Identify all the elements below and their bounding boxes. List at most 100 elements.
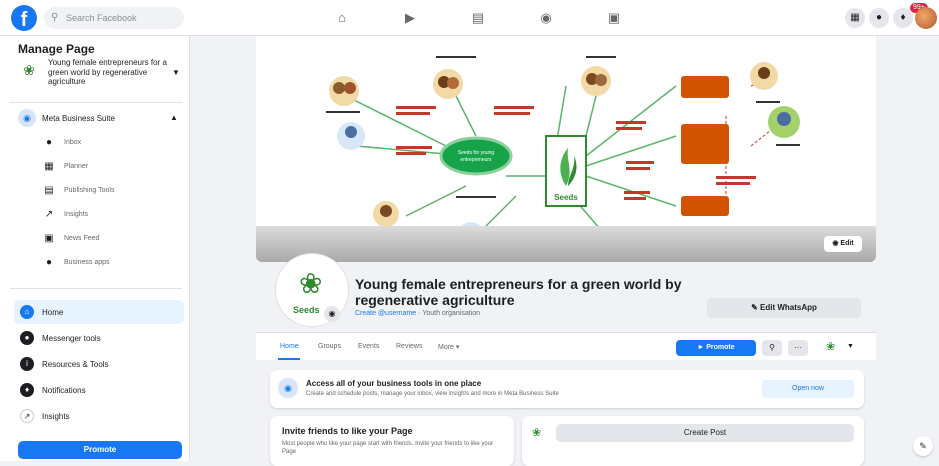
sidebar-item-label: Planner bbox=[64, 163, 89, 170]
svg-text:entrepreneurs: entrepreneurs bbox=[460, 157, 492, 163]
meta-business-suite-label: Meta Business Suite bbox=[42, 114, 115, 123]
sidebar-item-label: Messenger tools bbox=[42, 334, 101, 343]
edit-cover-label: Edit bbox=[840, 240, 854, 247]
sidebar-item-label: Home bbox=[42, 308, 64, 317]
tab-events[interactable]: Events bbox=[358, 343, 379, 350]
insights-chart-icon: ↗ bbox=[20, 409, 34, 423]
sidebar-item-insights[interactable]: ↗ Insights bbox=[14, 404, 184, 428]
menu-grid-icon[interactable]: ▦ bbox=[845, 8, 865, 28]
promote-label: Promote bbox=[706, 344, 735, 351]
invite-description: Most people who like your page start wit… bbox=[282, 441, 494, 455]
info-icon: i bbox=[20, 357, 34, 371]
create-post-input[interactable]: Create Post bbox=[556, 424, 854, 442]
messenger-icon[interactable]: ● bbox=[869, 8, 889, 28]
invite-title: Invite friends to like your Page bbox=[282, 426, 413, 436]
sidebar-title: Manage Page bbox=[18, 42, 95, 56]
insights-chart-icon: ↗ bbox=[44, 209, 54, 220]
home-icon[interactable]: ⌂ bbox=[334, 10, 350, 26]
create-username-link[interactable]: Create @username bbox=[355, 310, 416, 317]
search-icon: ⚲ bbox=[51, 12, 59, 23]
active-tab-indicator bbox=[278, 358, 300, 360]
sidebar-item-notifications[interactable]: ♦ Notifications bbox=[14, 378, 184, 402]
facebook-logo[interactable]: f bbox=[11, 5, 37, 31]
apps-icon: ● bbox=[45, 257, 53, 268]
meta-business-suite-icon: ◉ bbox=[18, 109, 36, 127]
pencil-icon: ✎ bbox=[751, 303, 758, 312]
bell-icon: ♦ bbox=[20, 383, 34, 397]
messenger-icon: ● bbox=[20, 331, 34, 345]
promote-button[interactable]: ► Promote bbox=[676, 340, 756, 356]
news-feed-icon: ▣ bbox=[44, 233, 54, 244]
seeds-center-label: Seeds bbox=[554, 193, 578, 202]
page-selector[interactable]: ❀ Young female entrepreneurs for a green… bbox=[18, 58, 183, 96]
tab-groups[interactable]: Groups bbox=[318, 343, 341, 350]
page-category: Youth organisation bbox=[422, 310, 481, 317]
chevron-down-icon: ▼ bbox=[172, 68, 180, 77]
chevron-down-icon[interactable]: ▼ bbox=[847, 343, 854, 350]
sidebar-item-label: Notifications bbox=[42, 386, 86, 395]
meta-business-suite-toggle[interactable]: ◉ Meta Business Suite ▲ bbox=[18, 109, 183, 129]
seeds-logo-icon: ❀ bbox=[532, 427, 542, 439]
camera-icon: ◉ bbox=[832, 240, 839, 247]
sidebar-item-home[interactable]: ⌂ Home bbox=[14, 300, 184, 324]
tab-home[interactable]: Home bbox=[280, 343, 299, 350]
search-page-button[interactable]: ⚲ bbox=[762, 340, 782, 356]
camera-icon[interactable]: ◉ bbox=[324, 306, 340, 322]
open-now-button[interactable]: Open now bbox=[762, 380, 854, 398]
tab-reviews[interactable]: Reviews bbox=[396, 343, 422, 350]
edit-cover-button[interactable]: ◉ Edit bbox=[824, 236, 862, 252]
sidebar-item-label: Inbox bbox=[64, 139, 82, 146]
search-input[interactable]: ⚲ Search Facebook bbox=[44, 7, 184, 29]
gaming-icon[interactable]: ▣ bbox=[606, 10, 622, 26]
sidebar-item-label: Business apps bbox=[64, 259, 110, 266]
page-subtitle: Create @username · Youth organisation bbox=[355, 310, 481, 317]
manage-page-sidebar: Manage Page ❀ Young female entrepreneurs… bbox=[0, 36, 190, 461]
sidebar-item-insights-sub[interactable]: ↗ Insights bbox=[42, 206, 182, 224]
business-suite-banner: ◉ Access all of your business tools in o… bbox=[270, 370, 864, 408]
sidebar-item-resources-tools[interactable]: i Resources & Tools bbox=[14, 352, 184, 376]
tab-more-label: More bbox=[438, 344, 454, 351]
edit-whatsapp-button[interactable]: ✎ Edit WhatsApp bbox=[707, 298, 861, 318]
marketplace-icon[interactable]: ▤ bbox=[470, 10, 486, 26]
megaphone-icon: ► bbox=[697, 344, 705, 351]
profile-seeds-text: Seeds bbox=[293, 305, 320, 315]
video-icon[interactable]: ▶ bbox=[402, 10, 418, 26]
banner-title: Access all of your business tools in one… bbox=[306, 379, 482, 388]
divider bbox=[10, 288, 182, 289]
account-avatar[interactable] bbox=[915, 7, 937, 29]
tab-more[interactable]: More ▾ bbox=[438, 343, 459, 351]
seeds-leaf-icon: ❀ bbox=[299, 268, 323, 299]
sidebar-item-business-apps[interactable]: ● Business apps bbox=[42, 254, 182, 272]
seeds-logo-icon: ❀ bbox=[23, 62, 35, 78]
sidebar-item-publishing-tools[interactable]: ▤ Publishing Tools bbox=[42, 182, 182, 200]
sidebar-item-label: Publishing Tools bbox=[64, 187, 115, 194]
sidebar-item-planner[interactable]: ▦ Planner bbox=[42, 158, 182, 176]
top-bar: f ⚲ Search Facebook ⌂ ▶ ▤ ◉ ▣ ▦ ● ♦ 99+ bbox=[0, 0, 939, 36]
search-placeholder: Search Facebook bbox=[66, 13, 137, 23]
cover-photo: Seeds for young entrepreneurs Seeds ◉ Ed bbox=[256, 36, 876, 262]
page-title: Young female entrepreneurs for a green w… bbox=[355, 276, 682, 308]
sidebar-promote-button[interactable]: Promote bbox=[18, 441, 182, 459]
inbox-icon: ● bbox=[45, 137, 53, 148]
edit-whatsapp-label: Edit WhatsApp bbox=[760, 303, 817, 312]
calendar-icon: ▦ bbox=[44, 161, 54, 172]
page-switch-logo-icon[interactable]: ❀ bbox=[826, 340, 835, 353]
home-icon: ⌂ bbox=[20, 305, 34, 319]
help-icon[interactable]: ✎ bbox=[913, 436, 933, 456]
sidebar-item-inbox[interactable]: ● Inbox bbox=[42, 134, 182, 152]
green-hub-text: Seeds for young bbox=[458, 150, 495, 156]
sidebar-item-label: News Feed bbox=[64, 235, 100, 242]
groups-icon[interactable]: ◉ bbox=[538, 10, 554, 26]
banner-description: Create and schedule posts, manage your i… bbox=[306, 391, 559, 397]
sidebar-item-label: Insights bbox=[64, 211, 89, 218]
publishing-icon: ▤ bbox=[44, 185, 54, 196]
more-options-button[interactable]: ··· bbox=[788, 340, 808, 356]
sidebar-item-news-feed[interactable]: ▣ News Feed bbox=[42, 230, 182, 248]
sidebar-item-label: Insights bbox=[42, 412, 70, 421]
chevron-up-icon: ▲ bbox=[170, 113, 178, 122]
create-post-card: ❀ Create Post bbox=[522, 416, 864, 466]
invite-friends-card: Invite friends to like your Page Most pe… bbox=[270, 416, 514, 466]
sidebar-item-label: Resources & Tools bbox=[42, 360, 109, 369]
divider bbox=[10, 102, 182, 103]
sidebar-item-messenger-tools[interactable]: ● Messenger tools bbox=[14, 326, 184, 350]
